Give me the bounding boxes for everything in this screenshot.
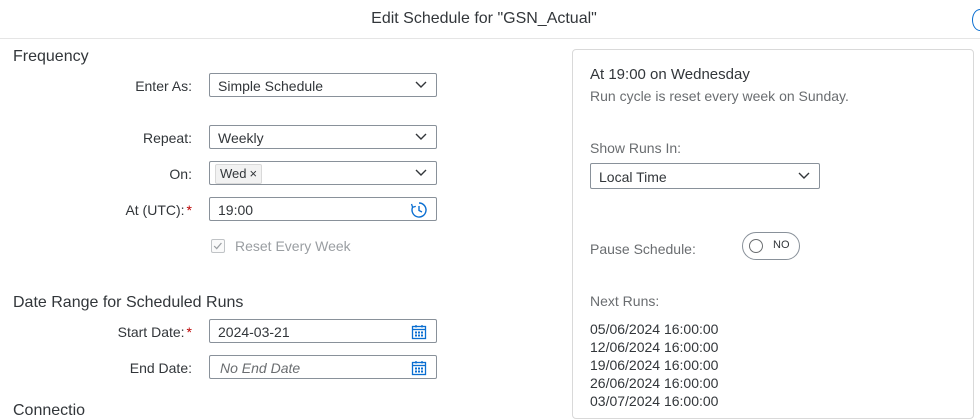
show-runs-in-select[interactable]: Local Time <box>590 163 820 189</box>
next-run-item: 05/06/2024 16:00:00 <box>590 321 719 337</box>
show-runs-in-value: Local Time <box>599 169 667 185</box>
chevron-down-icon[interactable] <box>797 170 811 182</box>
schedule-summary-subtitle: Run cycle is reset every week on Sunday. <box>590 88 849 104</box>
enter-as-value: Simple Schedule <box>218 78 324 94</box>
next-run-item: 19/06/2024 16:00:00 <box>590 357 719 373</box>
calendar-icon[interactable] <box>410 359 428 377</box>
end-date-picker[interactable]: No End Date <box>209 355 437 379</box>
schedule-summary-panel: At 19:00 on Wednesday Run cycle is reset… <box>572 49 974 419</box>
next-run-item: 12/06/2024 16:00:00 <box>590 339 719 355</box>
at-utc-label-text: At (UTC): <box>125 202 185 218</box>
dialog-title: Edit Schedule for "GSN_Actual" <box>371 10 597 27</box>
repeat-value: Weekly <box>218 130 264 146</box>
start-date-label: Start Date: * <box>12 324 192 340</box>
start-date-value: 2024-03-21 <box>218 324 290 340</box>
switch-state-text: NO <box>773 239 790 251</box>
chevron-down-icon[interactable] <box>414 131 428 143</box>
day-token-text: Wed <box>220 166 247 181</box>
at-utc-label: At (UTC): * <box>12 202 192 218</box>
switch-knob <box>749 239 763 253</box>
calendar-icon[interactable] <box>410 323 428 341</box>
next-runs-list: 05/06/2024 16:00:00 12/06/2024 16:00:00 … <box>590 320 718 410</box>
dialog-header: Edit Schedule for "GSN_Actual" <box>0 0 980 39</box>
date-range-section-title: Date Range for Scheduled Runs <box>13 294 244 311</box>
on-days-multiselect[interactable]: Wed × <box>209 161 437 185</box>
end-date-placeholder: No End Date <box>220 360 301 376</box>
pause-schedule-switch[interactable]: NO <box>742 232 800 260</box>
enter-as-label: Enter As: <box>135 78 192 94</box>
next-section-title: Connectio <box>13 402 86 419</box>
next-run-item: 03/07/2024 16:00:00 <box>590 393 719 409</box>
frequency-section-title: Frequency <box>13 48 89 65</box>
reset-every-week-checkbox[interactable] <box>211 239 225 253</box>
checkmark-icon <box>213 242 222 250</box>
next-runs-label: Next Runs: <box>590 293 660 309</box>
start-date-label-text: Start Date: <box>117 324 185 340</box>
required-mark: * <box>186 202 192 218</box>
time-value: 19:00 <box>218 202 254 218</box>
repeat-select[interactable]: Weekly <box>209 125 437 149</box>
required-mark: * <box>186 324 192 340</box>
start-date-picker[interactable]: 2024-03-21 <box>209 319 437 343</box>
pause-schedule-label: Pause Schedule: <box>590 241 696 257</box>
end-date-label: End Date: <box>129 360 192 376</box>
next-run-item: 26/06/2024 16:00:00 <box>590 375 719 391</box>
remove-token-icon[interactable]: × <box>250 165 258 183</box>
reset-every-week-label: Reset Every Week <box>235 238 351 254</box>
chevron-down-icon[interactable] <box>414 167 428 179</box>
on-label: On: <box>169 166 192 182</box>
show-runs-in-label: Show Runs In: <box>590 140 682 156</box>
time-input[interactable]: 19:00 <box>209 197 437 221</box>
header-action-button[interactable] <box>972 9 980 31</box>
schedule-summary-title: At 19:00 on Wednesday <box>590 66 750 83</box>
chevron-down-icon[interactable] <box>414 79 428 91</box>
day-token[interactable]: Wed × <box>215 164 263 184</box>
enter-as-select[interactable]: Simple Schedule <box>209 73 437 97</box>
time-picker-icon[interactable] <box>410 201 428 219</box>
repeat-label: Repeat: <box>142 130 192 146</box>
reset-every-week-row: Reset Every Week <box>211 237 351 255</box>
